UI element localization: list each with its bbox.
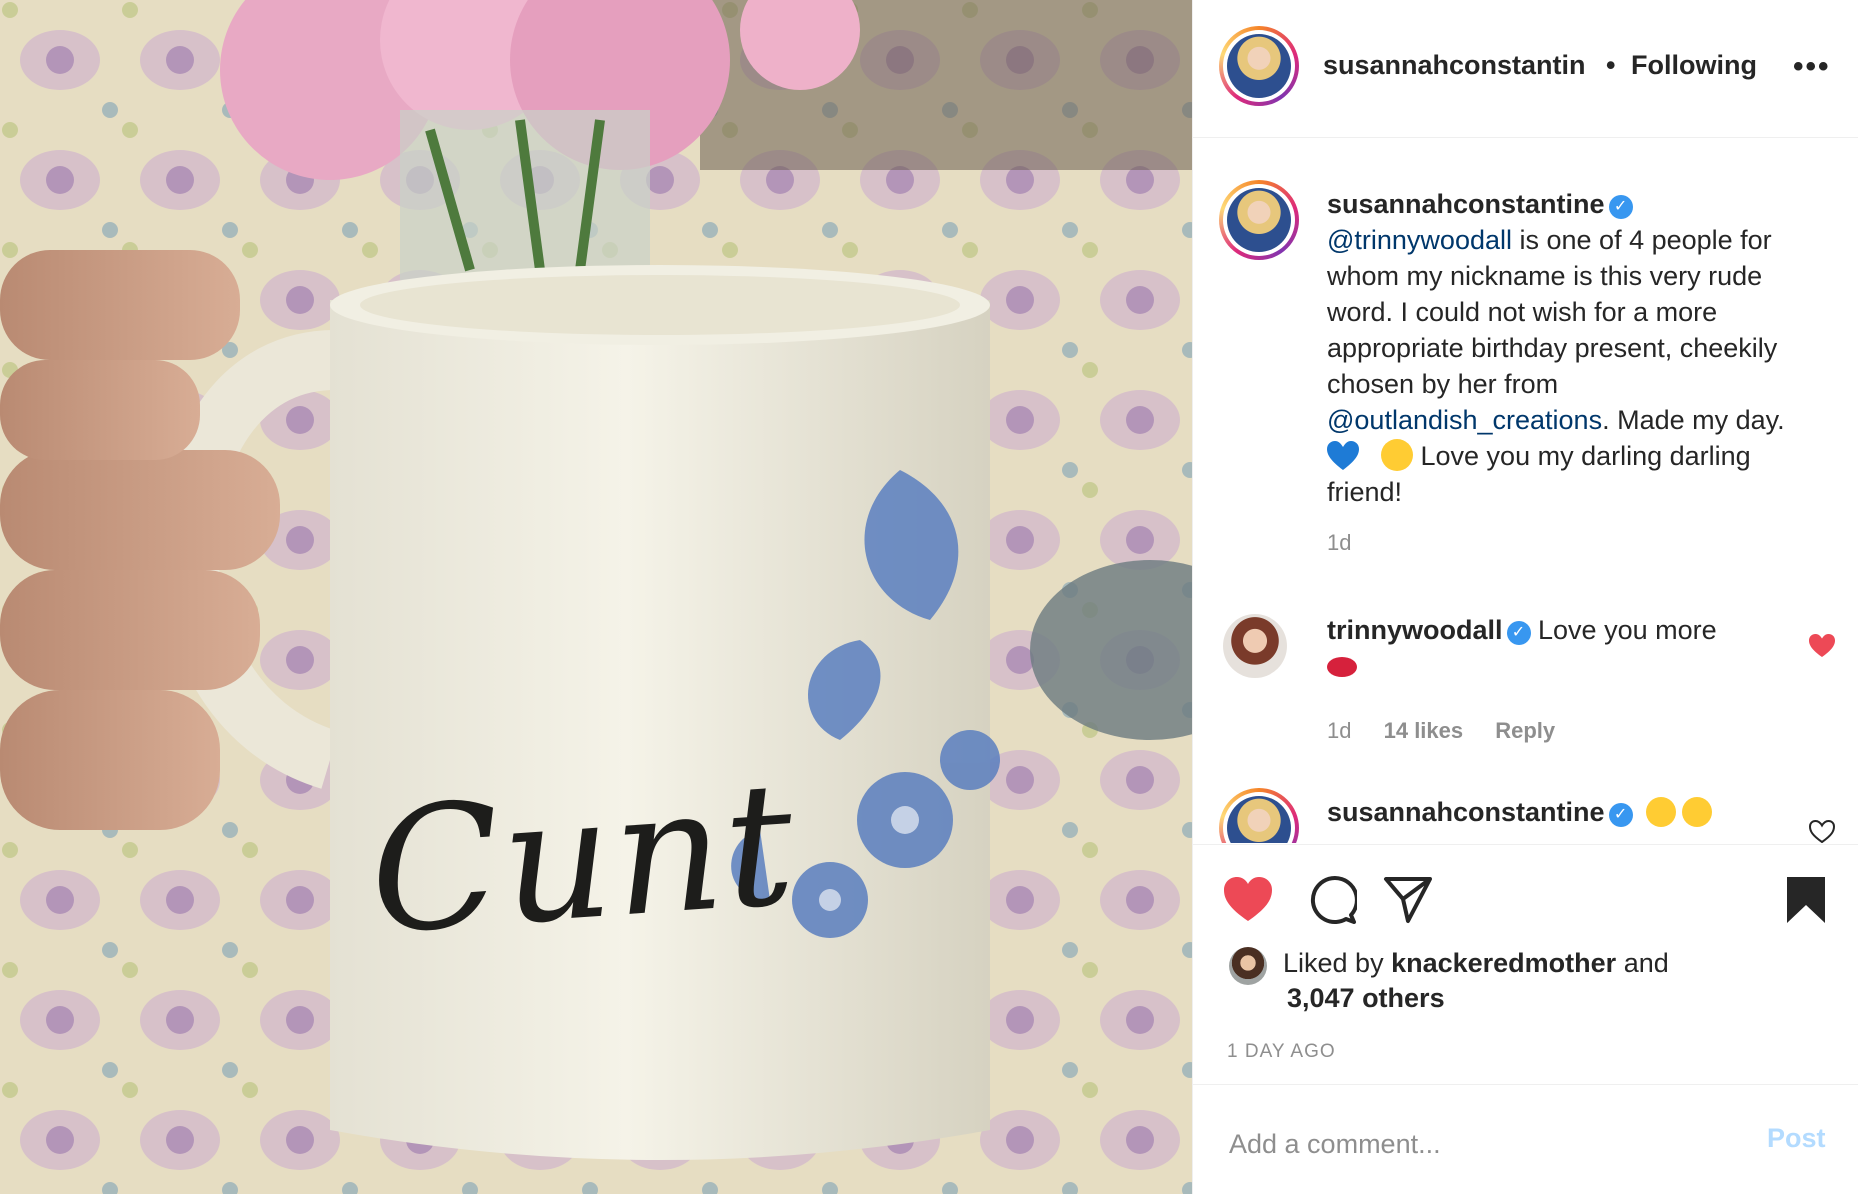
verified-badge-icon: ✓ <box>1506 621 1531 645</box>
share-direct-icon[interactable] <box>1383 875 1433 925</box>
caption-body: susannahconstantine ✓ @trinnywoodall is o… <box>1327 186 1827 510</box>
like-heart-icon[interactable] <box>1223 875 1273 925</box>
mention-link[interactable]: @trinnywoodall <box>1327 225 1512 255</box>
post-photo[interactable]: Cunt <box>0 0 1192 1194</box>
post-time-ago[interactable]: 1 DAY AGO <box>1227 1041 1336 1063</box>
kissing-face-icon <box>1646 797 1677 827</box>
photo-scene <box>0 0 1192 1194</box>
liked-by-suffix: and <box>1616 948 1669 978</box>
mention-link[interactable]: @outlandish_creations <box>1327 405 1602 435</box>
post-header: susannahconstantin • Following ••• <box>1193 0 1858 138</box>
caption-text: . Made my day. <box>1602 405 1785 435</box>
caption-timestamp[interactable]: 1d <box>1327 530 1351 556</box>
comment-icon[interactable] <box>1307 875 1357 925</box>
comment-like-heart-icon[interactable] <box>1809 820 1835 843</box>
comment-timestamp[interactable]: 1d <box>1327 718 1351 743</box>
add-comment-bar: Post <box>1193 1084 1858 1195</box>
more-options-icon[interactable]: ••• <box>1793 50 1831 84</box>
liked-by-text: Liked by knackeredmother and <box>1283 943 1669 983</box>
liked-by-prefix: Liked by <box>1283 948 1392 978</box>
caption-avatar[interactable] <box>1219 180 1299 260</box>
comment-body: susannahconstantine ✓ <box>1327 794 1713 830</box>
author-username[interactable]: susannahconstantin <box>1323 50 1586 81</box>
mug-inscription: Cunt <box>363 745 802 973</box>
comment-meta: 1d 14 likes Reply <box>1327 718 1581 744</box>
comment-username[interactable]: trinnywoodall <box>1327 615 1503 645</box>
header-separator: • <box>1606 50 1616 80</box>
verified-badge-icon: ✓ <box>1608 803 1633 827</box>
post-side-panel: susannahconstantin • Following ••• susan… <box>1192 0 1858 1194</box>
kiss-mark-icon <box>1327 657 1357 677</box>
comment-likes[interactable]: 14 likes <box>1384 718 1464 743</box>
comment-liked-heart-icon[interactable] <box>1809 634 1835 658</box>
blue-heart-icon <box>1327 441 1359 470</box>
author-avatar[interactable] <box>1219 26 1299 106</box>
comment-input[interactable] <box>1227 1123 1711 1165</box>
verified-badge-icon: ✓ <box>1608 195 1633 219</box>
following-button[interactable]: Following <box>1631 50 1757 81</box>
kissing-face-icon <box>1682 797 1713 827</box>
post-actions: Liked by knackeredmother and 3,047 other… <box>1193 844 1858 1085</box>
caption-username[interactable]: susannahconstantine <box>1327 189 1605 219</box>
comment-text: Love you more <box>1538 615 1717 645</box>
comment-body: trinnywoodall ✓ Love you more <box>1327 612 1767 684</box>
laughing-face-icon <box>1381 439 1413 471</box>
reply-button[interactable]: Reply <box>1495 718 1555 743</box>
likes-count[interactable]: 3,047 others <box>1287 983 1445 1014</box>
comments-section[interactable]: susannahconstantine ✓ @trinnywoodall is o… <box>1193 138 1858 843</box>
liked-by-username[interactable]: knackeredmother <box>1391 948 1616 978</box>
commenter-avatar[interactable] <box>1223 614 1287 678</box>
post-comment-button[interactable]: Post <box>1767 1123 1826 1154</box>
comment-username[interactable]: susannahconstantine <box>1327 797 1605 827</box>
saved-bookmark-icon[interactable] <box>1781 875 1831 925</box>
liker-avatar[interactable] <box>1229 947 1267 985</box>
commenter-avatar[interactable] <box>1219 788 1299 843</box>
